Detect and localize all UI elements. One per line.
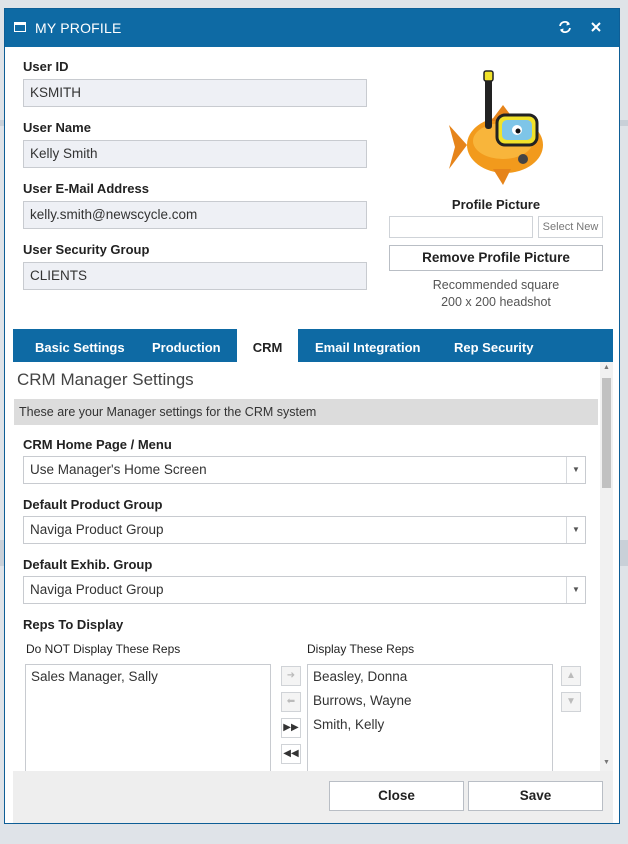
settings-tabs: Basic Settings Production CRM Email Inte… bbox=[13, 329, 613, 362]
dialog-titlebar: MY PROFILE bbox=[5, 9, 619, 47]
scroll-down-icon[interactable]: ▼ bbox=[600, 757, 613, 769]
list-item[interactable]: Sales Manager, Sally bbox=[26, 665, 270, 689]
user-name-label: User Name bbox=[23, 120, 91, 135]
default-product-group-select[interactable]: Naviga Product Group ▼ bbox=[23, 516, 586, 544]
scrollbar-thumb[interactable] bbox=[602, 378, 611, 488]
default-product-group-label: Default Product Group bbox=[23, 497, 163, 512]
shown-reps-label: Display These Reps bbox=[307, 642, 415, 656]
close-icon[interactable] bbox=[586, 17, 606, 37]
default-product-group-value: Naviga Product Group bbox=[30, 522, 164, 537]
email-field[interactable]: kelly.smith@newscycle.com bbox=[23, 201, 367, 229]
security-group-label: User Security Group bbox=[23, 242, 150, 257]
profile-picture-note-line2: 200 x 200 headshot bbox=[441, 295, 551, 309]
profile-picture-label: Profile Picture bbox=[451, 197, 541, 212]
hidden-reps-list[interactable]: Sales Manager, Sally bbox=[25, 664, 271, 771]
dialog-title: MY PROFILE bbox=[35, 20, 122, 36]
panel-description: These are your Manager settings for the … bbox=[14, 399, 598, 425]
save-button[interactable]: Save bbox=[468, 781, 603, 811]
default-exhib-group-select[interactable]: Naviga Product Group ▼ bbox=[23, 576, 586, 604]
crm-home-label: CRM Home Page / Menu bbox=[23, 437, 172, 452]
profile-picture-note-line1: Recommended square bbox=[432, 278, 560, 292]
crm-panel: CRM Manager Settings These are your Mana… bbox=[13, 362, 613, 771]
chevron-down-icon: ▼ bbox=[566, 577, 585, 603]
security-group-field[interactable]: CLIENTS bbox=[23, 262, 367, 290]
user-name-field[interactable]: Kelly Smith bbox=[23, 140, 367, 168]
tab-basic-settings[interactable]: Basic Settings bbox=[35, 329, 125, 362]
crm-home-select[interactable]: Use Manager's Home Screen ▼ bbox=[23, 456, 586, 484]
tab-email-integration[interactable]: Email Integration bbox=[315, 329, 420, 362]
my-profile-dialog: MY PROFILE User ID KSMITH User Name Kell… bbox=[4, 8, 620, 824]
profile-picture-image bbox=[449, 70, 543, 185]
hidden-reps-label: Do NOT Display These Reps bbox=[26, 642, 181, 656]
move-left-icon[interactable]: ⬅ bbox=[281, 692, 301, 712]
default-exhib-group-label: Default Exhib. Group bbox=[23, 557, 153, 572]
select-new-button[interactable]: Select New bbox=[538, 216, 603, 238]
dialog-footer: Close Save bbox=[13, 771, 613, 823]
chevron-down-icon: ▼ bbox=[566, 457, 585, 483]
profile-picture-file-input[interactable] bbox=[389, 216, 533, 238]
move-up-icon[interactable]: ▲ bbox=[561, 666, 581, 686]
list-item[interactable]: Burrows, Wayne bbox=[308, 689, 552, 713]
move-all-right-icon[interactable]: ▶▶ bbox=[281, 718, 301, 738]
tab-rep-security[interactable]: Rep Security bbox=[454, 329, 533, 362]
profile-picture-note: Recommended square 200 x 200 headshot bbox=[389, 277, 603, 311]
chevron-down-icon: ▼ bbox=[566, 517, 585, 543]
email-label: User E-Mail Address bbox=[23, 181, 149, 196]
window-icon bbox=[14, 22, 26, 32]
default-exhib-group-value: Naviga Product Group bbox=[30, 582, 164, 597]
close-button[interactable]: Close bbox=[329, 781, 464, 811]
tab-crm[interactable]: CRM bbox=[237, 329, 298, 362]
remove-profile-picture-button[interactable]: Remove Profile Picture bbox=[389, 245, 603, 271]
refresh-icon[interactable] bbox=[555, 17, 575, 37]
list-item[interactable]: Beasley, Donna bbox=[308, 665, 552, 689]
reps-to-display-label: Reps To Display bbox=[23, 617, 124, 632]
user-id-field[interactable]: KSMITH bbox=[23, 79, 367, 107]
tab-production[interactable]: Production bbox=[152, 329, 221, 362]
shown-reps-list[interactable]: Beasley, Donna Burrows, Wayne Smith, Kel… bbox=[307, 664, 553, 771]
panel-scrollbar[interactable]: ▲ ▼ bbox=[600, 362, 613, 771]
crm-home-value: Use Manager's Home Screen bbox=[30, 462, 207, 477]
list-item[interactable]: Smith, Kelly bbox=[308, 713, 552, 737]
move-down-icon[interactable]: ▼ bbox=[561, 692, 581, 712]
panel-title: CRM Manager Settings bbox=[17, 370, 194, 389]
scroll-up-icon[interactable]: ▲ bbox=[600, 362, 613, 374]
user-id-label: User ID bbox=[23, 59, 69, 74]
move-right-icon[interactable]: ➜ bbox=[281, 666, 301, 686]
move-all-left-icon[interactable]: ◀◀ bbox=[281, 744, 301, 764]
